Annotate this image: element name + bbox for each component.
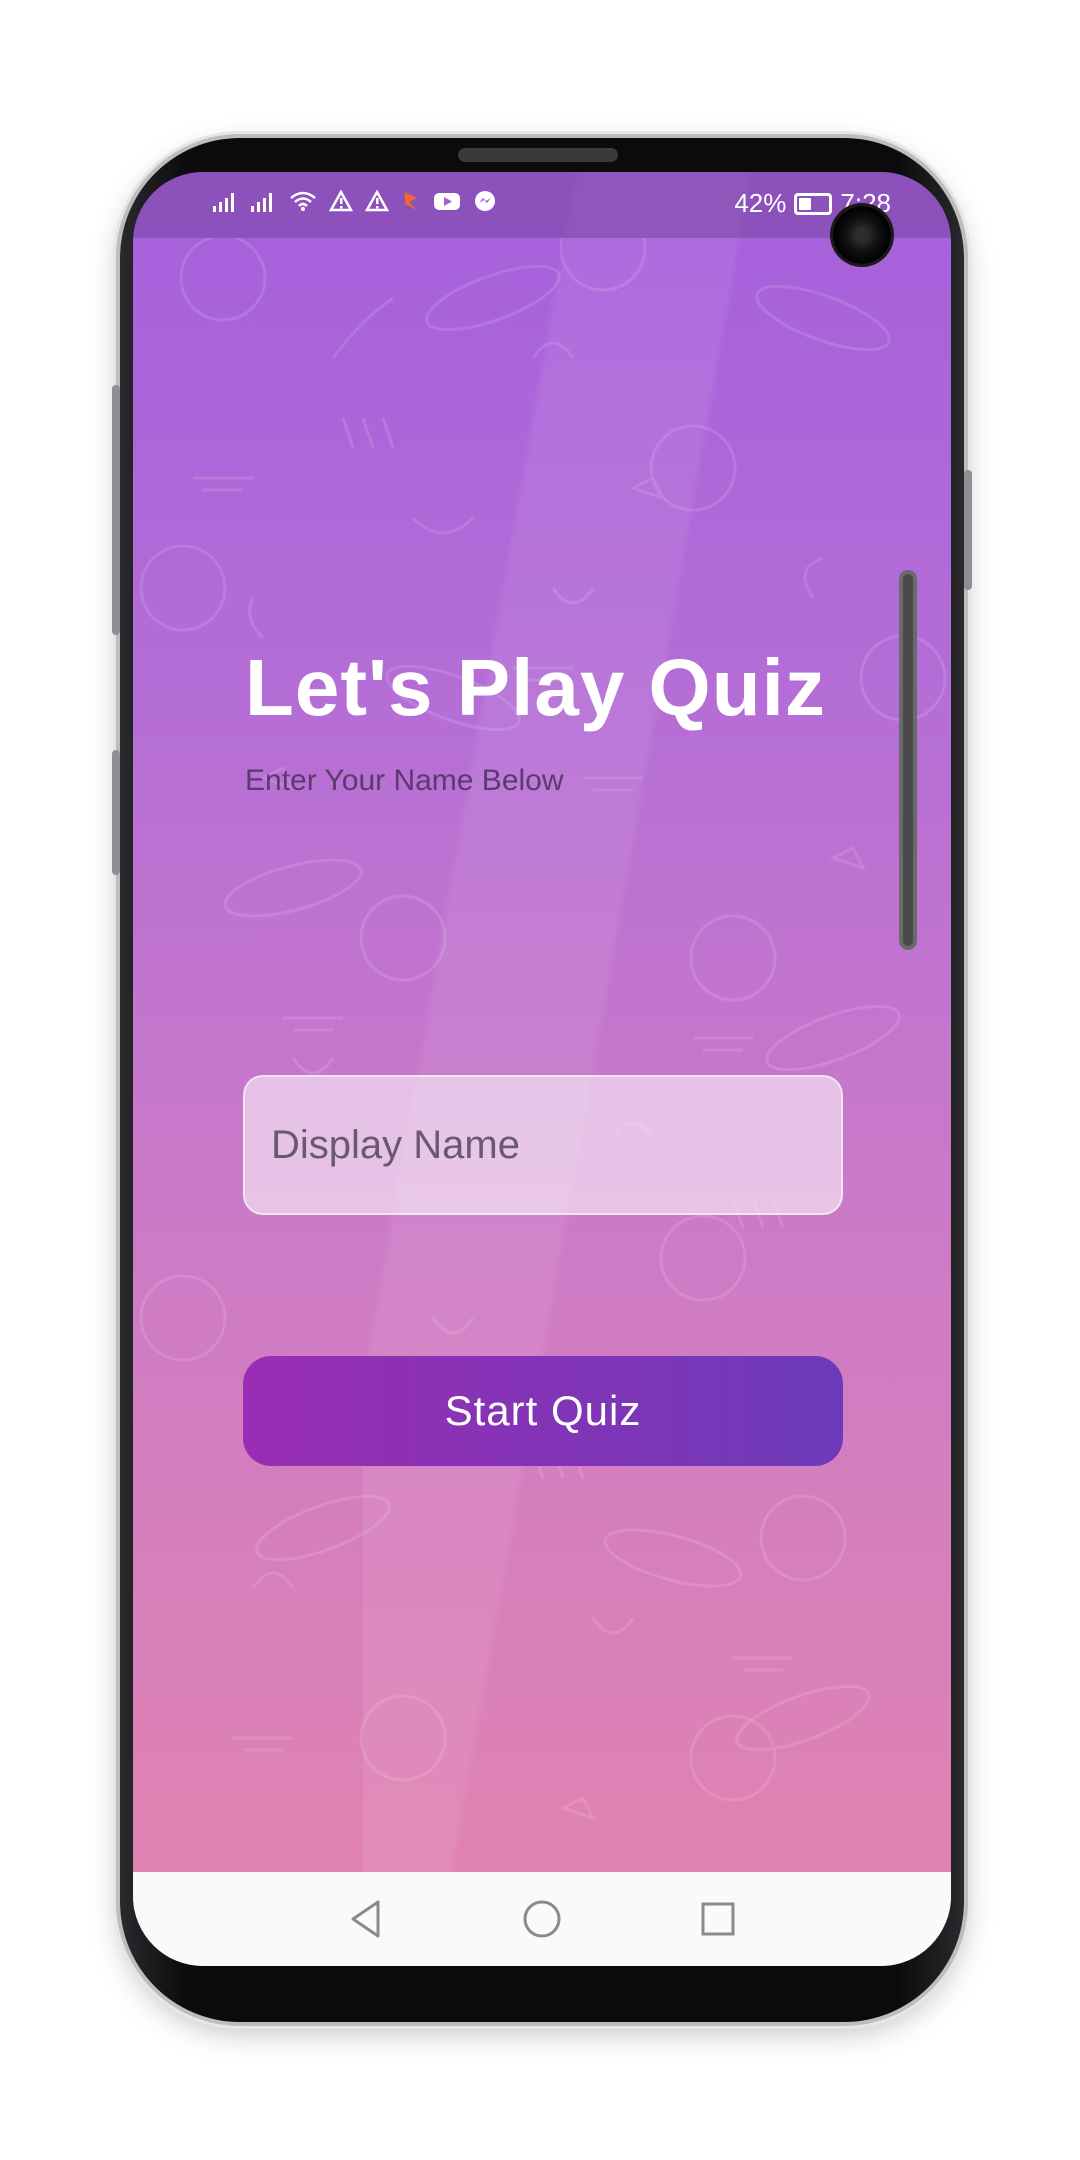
battery-icon — [794, 192, 833, 215]
messenger-icon — [475, 191, 495, 211]
power-button — [964, 470, 972, 590]
status-bar: 42% 7:28 — [133, 172, 951, 238]
display-name-input[interactable] — [243, 1075, 843, 1215]
warning-icon — [329, 190, 353, 212]
page-subtitle: Enter Your Name Below — [245, 764, 564, 797]
scrollbar[interactable] — [899, 570, 917, 950]
navigation-bar — [133, 1872, 951, 1966]
phone-screen: 42% 7:28 Let's Play Quiz Enter Your Name… — [133, 172, 951, 1966]
back-button[interactable] — [341, 1894, 391, 1944]
warning-icon — [365, 190, 389, 212]
recents-square-icon — [701, 1902, 735, 1936]
back-triangle-icon — [351, 1900, 380, 1938]
recents-button[interactable] — [693, 1894, 743, 1944]
start-quiz-button[interactable]: Start Quiz — [243, 1356, 843, 1466]
home-button[interactable] — [517, 1894, 567, 1944]
page-title: Let's Play Quiz — [245, 643, 826, 732]
battery-percent: 42% — [734, 188, 787, 218]
volume-button — [112, 385, 120, 635]
page: 42% 7:28 Let's Play Quiz Enter Your Name… — [0, 0, 1080, 2160]
battery-level-fill — [799, 197, 812, 210]
youtube-icon — [434, 193, 460, 210]
notification-icon — [405, 192, 417, 210]
side-button — [112, 750, 120, 875]
doodle-background — [139, 238, 947, 1821]
front-camera — [833, 206, 891, 264]
signal-icon — [251, 193, 272, 212]
signal-icon — [213, 193, 234, 212]
status-icons — [213, 190, 497, 212]
wifi-icon — [290, 191, 316, 211]
earpiece-speaker — [458, 148, 618, 162]
home-circle-icon — [523, 1900, 561, 1938]
